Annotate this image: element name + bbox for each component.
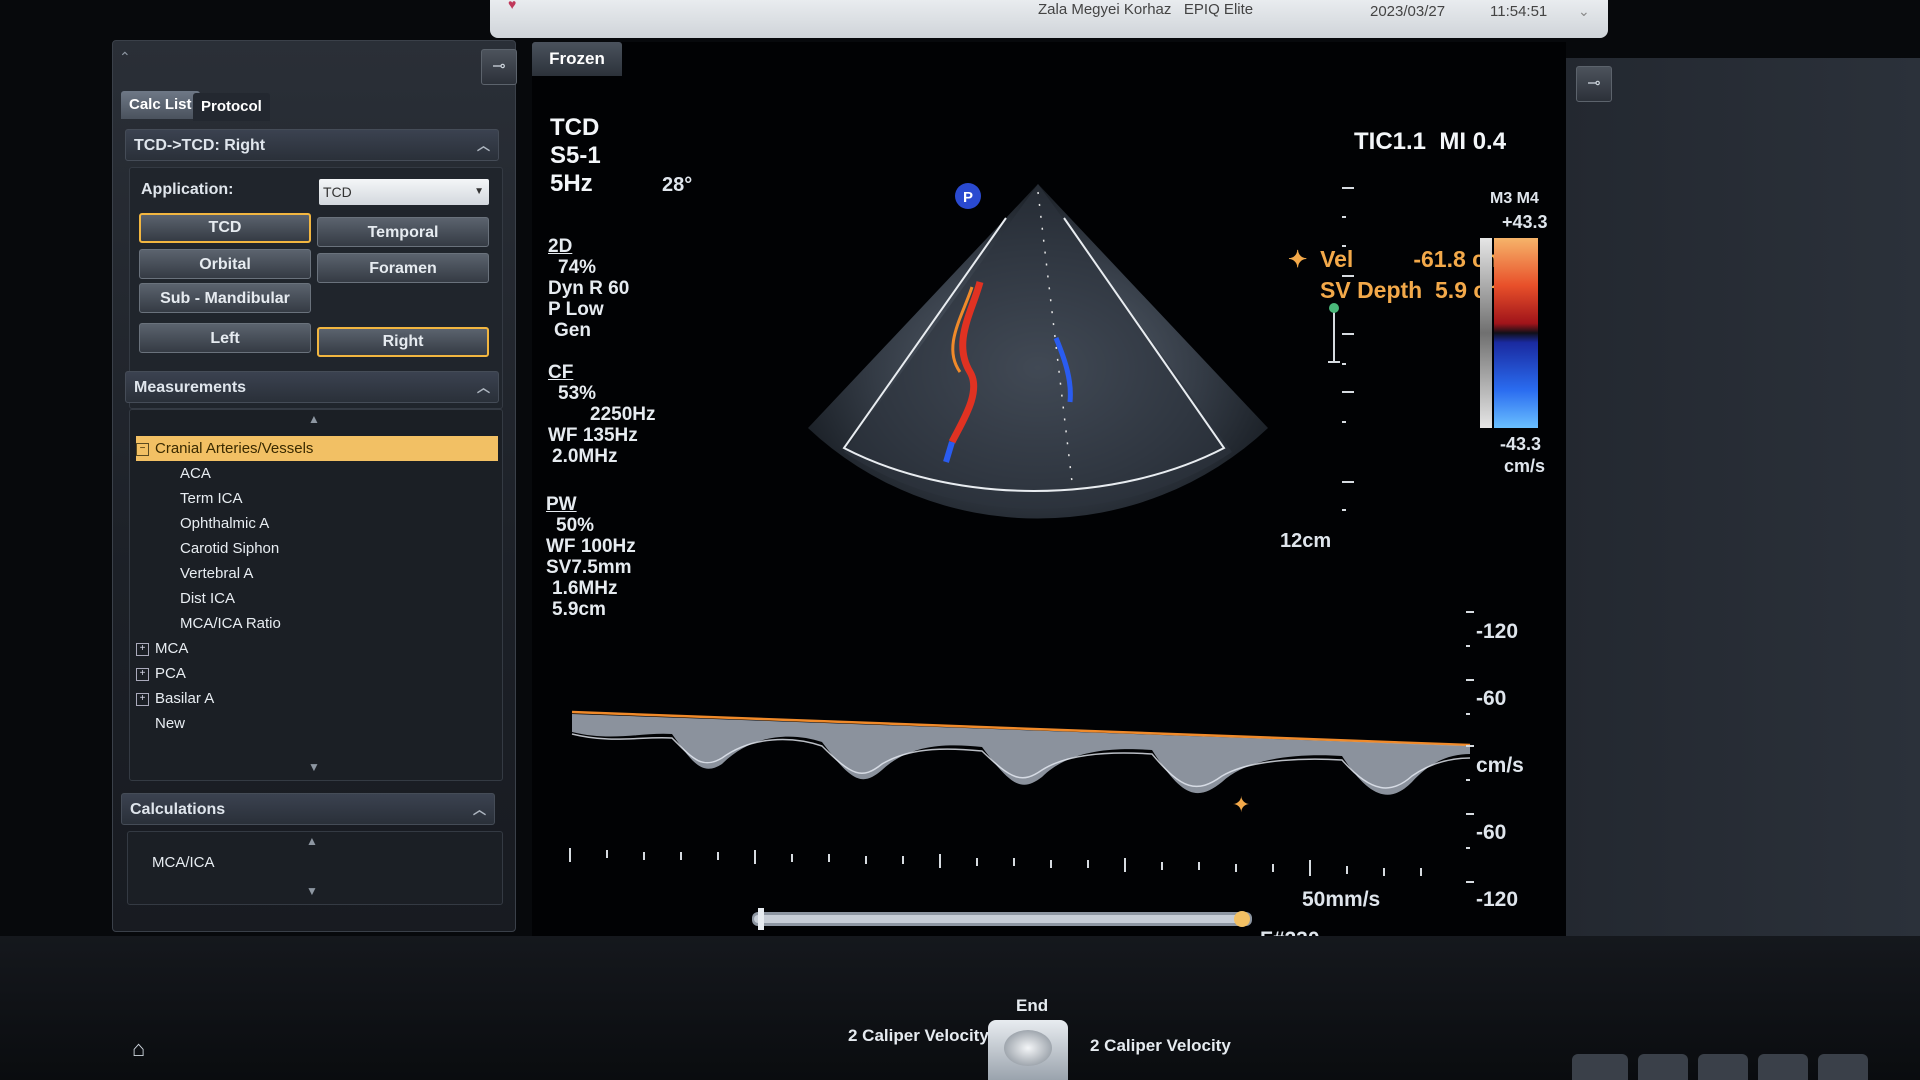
calculations-header[interactable]: Calculations ︿	[121, 793, 495, 825]
trackball-knob[interactable]	[988, 1020, 1068, 1080]
application-label: Application:	[141, 181, 234, 198]
protocol-header[interactable]: TCD->TCD: Right ︿	[125, 129, 499, 161]
scroll-down-icon[interactable]: ▼	[308, 760, 320, 774]
date-label: 2023/03/27	[1370, 3, 1446, 20]
cine-slider-handle[interactable]	[1234, 911, 1250, 927]
caliper-velocity-right-label[interactable]: 2 Caliper Velocity	[1090, 1036, 1231, 1056]
expand-icon[interactable]: +	[136, 692, 149, 706]
dropdown-arrow-icon: ▼	[474, 186, 484, 197]
sample-gate-icon	[1329, 303, 1339, 313]
application-value: TCD	[323, 184, 352, 200]
doppler-spectrum	[572, 714, 1470, 795]
caliper-velocity-left-label[interactable]: 2 Caliper Velocity	[848, 1026, 989, 1046]
control-button[interactable]	[1638, 1054, 1688, 1080]
cine-slider-start-handle[interactable]	[758, 908, 764, 930]
device-name: EPIQ Elite	[1183, 1, 1254, 18]
left-panel: ⌃ ⊸ Calc List Protocol TCD->TCD: Right ︿…	[112, 40, 517, 932]
foramen-button[interactable]: Foramen	[317, 253, 489, 283]
list-item[interactable]: ACA	[136, 461, 498, 486]
tree-group-basilar[interactable]: + Basilar A	[136, 686, 498, 711]
expand-icon[interactable]: +	[136, 642, 149, 656]
list-item[interactable]: Ophthalmic A	[136, 511, 498, 536]
home-star-icon[interactable]: ⌂	[132, 1036, 145, 1062]
tcd-button[interactable]: TCD	[139, 213, 311, 243]
collapse-icon[interactable]: ︿	[473, 794, 486, 826]
new-measurement-item[interactable]: New	[136, 711, 498, 736]
list-item[interactable]: Carotid Siphon	[136, 536, 498, 561]
calculations-list: ▲ MCA/ICA ▼	[127, 831, 503, 905]
vel-scale-label: cm/s	[1476, 754, 1524, 777]
calculations-header-label: Calculations	[130, 801, 226, 818]
tree-group-cranial[interactable]: − Cranial Arteries/Vessels	[136, 436, 498, 461]
temporal-button[interactable]: Temporal	[317, 217, 489, 247]
sub-mandibular-button[interactable]: Sub - Mandibular	[139, 283, 311, 313]
tab-calc-list[interactable]: Calc List	[121, 91, 200, 119]
measurement-tree: − Cranial Arteries/Vessels ACA Term ICA O…	[136, 436, 498, 736]
application-select[interactable]: TCD ▼	[319, 179, 489, 205]
collapse-icon[interactable]: ︿	[477, 372, 490, 404]
right-button[interactable]: Right	[317, 327, 489, 357]
ultrasound-graphics: P ✦	[569, 183, 1474, 930]
control-button[interactable]	[1572, 1054, 1628, 1080]
measurements-list: ▲ − Cranial Arteries/Vessels ACA Term ICA…	[129, 409, 503, 781]
tree-group-mca[interactable]: + MCA	[136, 636, 498, 661]
pin-icon[interactable]: ⊸	[481, 49, 517, 85]
sector-marker-text: P	[963, 189, 973, 206]
control-button[interactable]	[1758, 1054, 1808, 1080]
list-item[interactable]: Term ICA	[136, 486, 498, 511]
cine-slider-fill	[754, 915, 1244, 923]
list-item[interactable]: Dist ICA	[136, 586, 498, 611]
expand-icon[interactable]: +	[136, 667, 149, 681]
tree-group-label: Cranial Arteries/Vessels	[155, 440, 314, 457]
collapse-icon[interactable]: −	[136, 442, 149, 456]
hospital-device-label: Zala Megyei Korhaz EPIQ Elite	[1038, 1, 1253, 18]
measurements-header-label: Measurements	[134, 379, 247, 396]
list-item[interactable]: MCA/ICA	[152, 854, 215, 871]
protocol-header-label: TCD->TCD: Right	[134, 137, 266, 154]
measurements-header[interactable]: Measurements ︿	[125, 371, 499, 403]
vel-scale-label: -60	[1476, 821, 1507, 844]
tree-group-label: MCA	[155, 640, 189, 657]
status-bar: ♥ Zala Megyei Korhaz EPIQ Elite 2023/03/…	[490, 0, 1608, 38]
vel-scale-label: -60	[1476, 687, 1507, 710]
control-button[interactable]	[1698, 1054, 1748, 1080]
hospital-name: Zala Megyei Korhaz	[1038, 1, 1172, 18]
tree-group-label: Basilar A	[155, 690, 215, 707]
list-item[interactable]: MCA/ICA Ratio	[136, 611, 498, 636]
tree-group-pca[interactable]: + PCA	[136, 661, 498, 686]
tab-protocol[interactable]: Protocol	[193, 93, 270, 121]
velocity-scale-labels: -120 -60 cm/s -60 -120	[1476, 598, 1524, 933]
knob-icon	[1004, 1030, 1052, 1066]
collapse-icon[interactable]: ︿	[477, 130, 490, 162]
scroll-up-icon[interactable]: ▲	[306, 834, 318, 848]
sweep-speed-label: 50mm/s	[1302, 888, 1381, 911]
collapse-up-icon[interactable]: ⌃	[119, 49, 131, 66]
orbital-button[interactable]: Orbital	[139, 249, 311, 279]
chevron-down-icon[interactable]: ⌄	[1578, 3, 1590, 20]
velocity-scale-ticks	[1466, 611, 1474, 883]
time-label: 11:54:51	[1490, 3, 1548, 20]
scroll-down-icon[interactable]: ▼	[306, 884, 318, 898]
left-button[interactable]: Left	[139, 323, 311, 353]
vel-scale-label: -120	[1476, 620, 1519, 643]
pin-icon[interactable]: ⊸	[1576, 66, 1612, 102]
end-label: End	[1016, 996, 1049, 1015]
scroll-up-icon[interactable]: ▲	[308, 412, 320, 426]
bottom-control-bar: ⌂ 2 Caliper Velocity End 2 Caliper Veloc…	[0, 936, 1920, 1080]
doppler-caliper-icon: ✦	[1232, 792, 1250, 817]
vel-scale-label: -120	[1476, 888, 1519, 911]
depth-label: 12cm	[1280, 530, 1332, 552]
heart-icon: ♥	[508, 0, 517, 12]
right-panel: ⊸	[1560, 58, 1920, 978]
tree-group-label: PCA	[155, 665, 186, 682]
time-ticks	[569, 848, 1422, 876]
depth-scale	[1328, 187, 1354, 511]
list-item[interactable]: Vertebral A	[136, 561, 498, 586]
control-button[interactable]	[1818, 1054, 1868, 1080]
